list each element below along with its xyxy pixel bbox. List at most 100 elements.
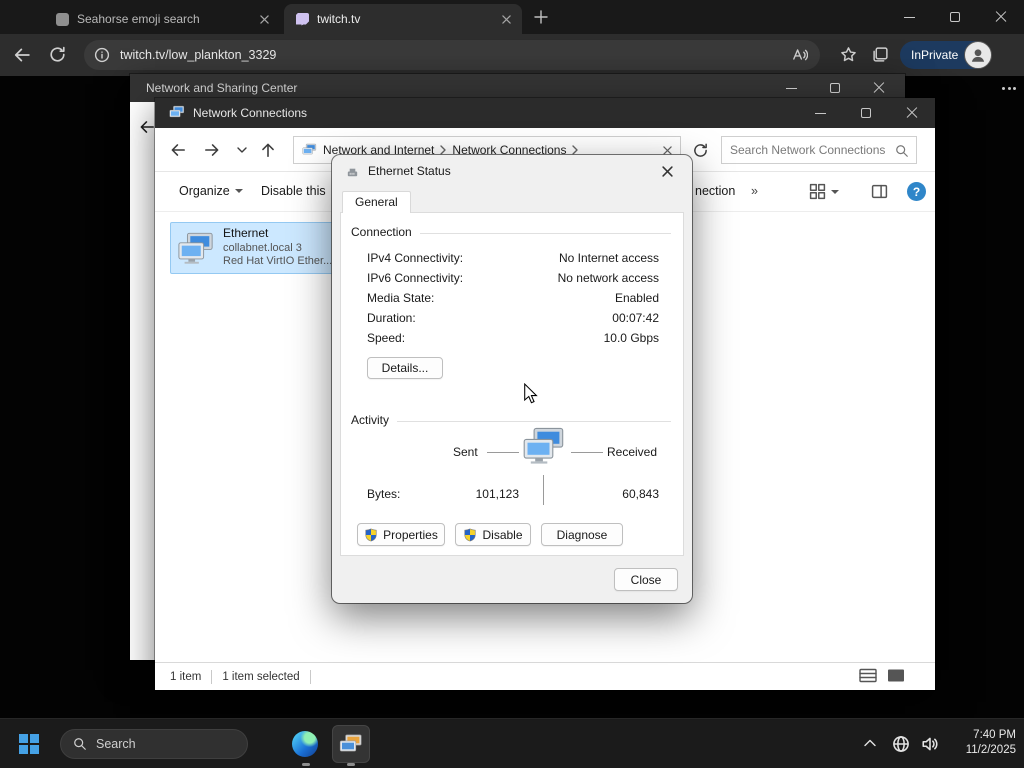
- site-info-icon[interactable]: [94, 47, 110, 63]
- organize-button[interactable]: Organize: [179, 184, 243, 198]
- activity-group-header: Activity: [351, 413, 671, 427]
- connection-device: Red Hat VirtIO Ether...: [223, 255, 333, 268]
- running-app-indicator: [302, 763, 310, 766]
- chevron-right-icon[interactable]: [572, 145, 579, 155]
- row-label: Duration:: [367, 311, 416, 325]
- view-connection-button-fragment[interactable]: nection: [695, 184, 735, 198]
- tab-general[interactable]: General: [342, 191, 411, 213]
- close-button[interactable]: [978, 0, 1024, 34]
- refresh-icon[interactable]: [48, 45, 67, 64]
- chevron-right-icon[interactable]: [440, 145, 447, 155]
- close-button[interactable]: [889, 98, 935, 128]
- nc-window-title: Network Connections: [193, 106, 308, 120]
- disable-device-button[interactable]: Disable this: [261, 184, 326, 198]
- diagnose-button[interactable]: Diagnose: [541, 523, 623, 546]
- dialog-titlebar: Ethernet Status: [332, 155, 692, 187]
- ethernet-adapter-icon: [177, 232, 215, 265]
- ethernet-status-dialog: Ethernet Status General Connection IPv4 …: [332, 155, 692, 603]
- network-connections-icon: [169, 105, 185, 120]
- connection-name: Ethernet: [223, 227, 269, 241]
- taskbar-search-label: Search: [96, 737, 136, 751]
- change-view-icon[interactable]: [809, 183, 826, 200]
- items-count: 1 item: [170, 670, 202, 683]
- dialog-tab-page: Connection IPv4 Connectivity: No Interne…: [340, 212, 684, 556]
- connection-group-header: Connection: [351, 225, 671, 239]
- divider: [211, 669, 213, 684]
- start-button[interactable]: [18, 733, 40, 755]
- search-icon: [73, 737, 87, 751]
- clock-time: 7:40 PM: [973, 729, 1016, 741]
- close-button[interactable]: Close: [614, 568, 678, 591]
- nc-status-bar: 1 item 1 item selected: [155, 662, 935, 690]
- row-value: 00:07:42: [612, 311, 659, 325]
- tab-close-icon[interactable]: [498, 11, 514, 27]
- refresh-icon[interactable]: [692, 142, 709, 159]
- bytes-label: Bytes:: [367, 487, 401, 501]
- row-duration: Duration: 00:07:42: [367, 311, 659, 325]
- row-value: No network access: [557, 271, 659, 285]
- view-dropdown-caret-icon[interactable]: [831, 190, 839, 194]
- details-view-icon[interactable]: [859, 668, 877, 683]
- explorer-search-box[interactable]: [721, 136, 917, 164]
- back-icon[interactable]: [169, 141, 187, 159]
- tray-overflow-chevron-icon[interactable]: [864, 739, 876, 747]
- minimize-button[interactable]: [797, 98, 843, 128]
- recent-locations-chevron-icon[interactable]: [237, 147, 247, 154]
- details-button[interactable]: Details...: [367, 357, 443, 379]
- uac-shield-icon: [464, 528, 477, 541]
- bytes-received-value: 60,843: [622, 487, 659, 501]
- preview-pane-icon[interactable]: [871, 183, 888, 200]
- command-overflow-chevron[interactable]: »: [751, 184, 758, 198]
- row-label: Speed:: [367, 331, 406, 345]
- row-ipv6: IPv6 Connectivity: No network access: [367, 271, 659, 285]
- maximize-button[interactable]: [843, 98, 889, 128]
- new-tab-button[interactable]: [534, 10, 548, 24]
- received-label: Received: [607, 445, 658, 459]
- address-bar[interactable]: twitch.tv/low_plankton_3329: [84, 40, 820, 70]
- row-speed: Speed: 10.0 Gbps: [367, 331, 659, 345]
- tab-seahorse-emoji-search[interactable]: Seahorse emoji search: [44, 4, 280, 34]
- large-icons-view-icon[interactable]: [887, 668, 905, 683]
- forward-icon[interactable]: [203, 141, 221, 159]
- help-icon[interactable]: ?: [907, 182, 926, 201]
- browser-menu-icon[interactable]: [1002, 87, 1016, 90]
- twitch-favicon: [296, 12, 309, 26]
- selected-count: 1 item selected: [222, 670, 300, 683]
- url-text[interactable]: twitch.tv/low_plankton_3329: [120, 40, 276, 70]
- network-connections-app-icon[interactable]: [332, 725, 370, 763]
- row-value: No Internet access: [558, 251, 659, 265]
- connection-item-text: Ethernet collabnet.local 3 Red Hat VirtI…: [223, 227, 332, 269]
- disable-button[interactable]: Disable: [455, 523, 531, 546]
- close-icon[interactable]: [646, 155, 688, 187]
- back-icon[interactable]: [138, 118, 156, 136]
- profile-avatar[interactable]: [964, 41, 992, 69]
- row-media-state: Media State: Enabled: [367, 291, 659, 305]
- tab-twitch[interactable]: twitch.tv: [284, 4, 522, 34]
- browser-window-controls: [886, 0, 1024, 34]
- row-label: IPv6 Connectivity:: [367, 271, 464, 285]
- collections-icon[interactable]: [872, 46, 889, 63]
- taskbar-clock[interactable]: 7:40 PM 11/2/2025: [930, 728, 1016, 758]
- maximize-button[interactable]: [932, 0, 978, 34]
- minimize-button[interactable]: [886, 0, 932, 34]
- edge-browser-icon[interactable]: [292, 731, 318, 757]
- read-aloud-icon[interactable]: [792, 47, 808, 63]
- tab-title: Seahorse emoji search: [77, 12, 200, 26]
- stop-icon[interactable]: [663, 145, 672, 155]
- tab-close-icon[interactable]: [256, 11, 272, 27]
- back-icon[interactable]: [12, 45, 32, 65]
- properties-button[interactable]: Properties: [357, 523, 445, 546]
- taskbar-search[interactable]: Search: [60, 729, 248, 759]
- up-icon[interactable]: [259, 141, 277, 159]
- sent-label: Sent: [453, 445, 478, 459]
- network-globe-icon[interactable]: [892, 735, 910, 753]
- search-icon[interactable]: [895, 144, 909, 158]
- location-icon: [302, 143, 317, 157]
- connector-line: [487, 452, 519, 453]
- search-input[interactable]: [722, 137, 916, 163]
- nc-window-controls: [797, 98, 935, 128]
- divider: [309, 669, 311, 684]
- divider: [543, 475, 544, 505]
- favorites-star-icon[interactable]: [840, 46, 857, 63]
- uac-shield-icon: [365, 528, 377, 541]
